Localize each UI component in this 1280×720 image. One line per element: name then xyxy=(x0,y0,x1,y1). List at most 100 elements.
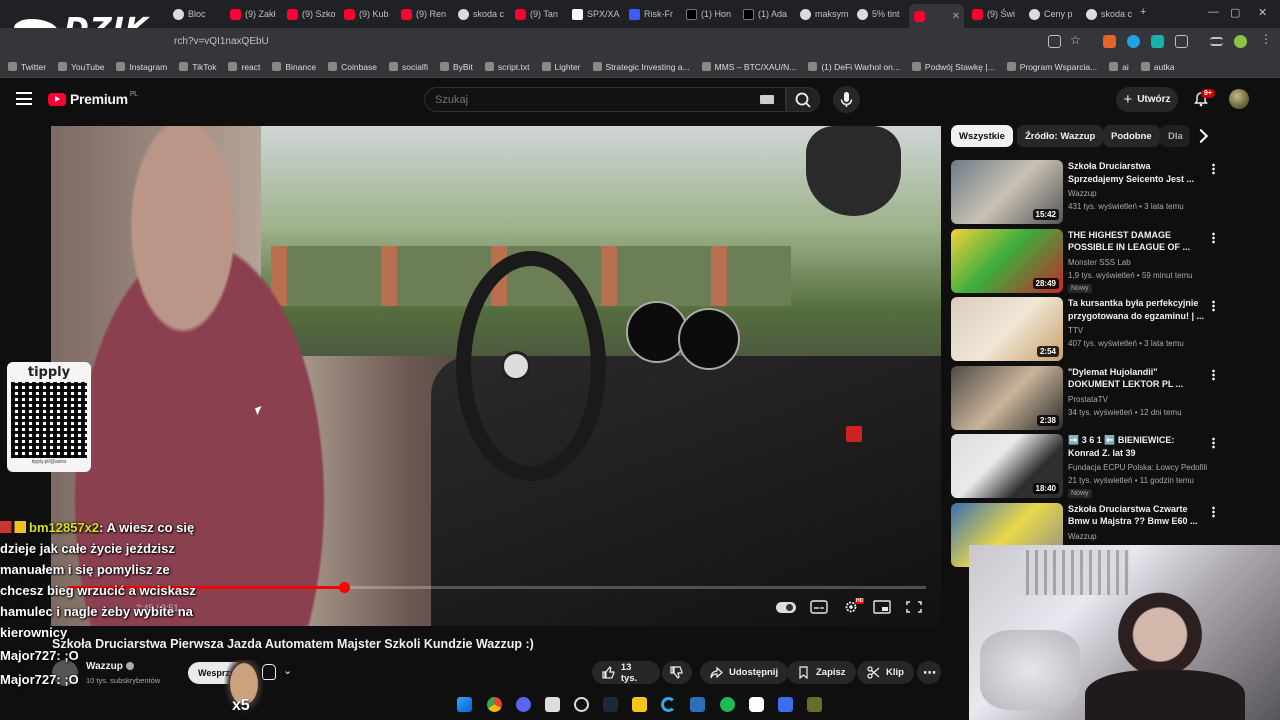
hamburger-menu-icon[interactable] xyxy=(16,92,32,105)
bookmark-item[interactable]: Instagram xyxy=(116,62,167,72)
browser-tab[interactable]: (9) Kub xyxy=(339,4,393,24)
channel-name[interactable]: Monster SSS Lab xyxy=(1068,258,1131,267)
video-title[interactable]: "Dylemat Hujolandii" DOKUMENT LEKTOR PL … xyxy=(1068,366,1208,391)
subtitles-icon[interactable] xyxy=(810,600,828,614)
extension-icon[interactable] xyxy=(1127,35,1140,48)
obs-taskbar-icon[interactable] xyxy=(574,697,589,712)
video-thumbnail[interactable]: 2:38 xyxy=(951,365,1063,430)
bookmark-item[interactable]: (1) DeFi Warhol on... xyxy=(808,62,900,72)
bookmark-item[interactable]: Program Wsparcia... xyxy=(1006,62,1097,72)
recommended-video[interactable]: 2:54 Ta kursantka była perfekcyjnie przyg… xyxy=(951,297,1263,361)
bookmark-item[interactable]: script.txt xyxy=(484,62,530,72)
bookmark-item[interactable]: YouTube xyxy=(58,62,104,72)
bookmark-item[interactable]: Podwój Stawkę |... xyxy=(911,62,995,72)
browser-tab[interactable]: Bloc xyxy=(168,4,222,24)
clip-button[interactable]: Klip xyxy=(857,661,914,684)
autoplay-toggle[interactable] xyxy=(776,602,796,613)
bookmark-item[interactable]: Binance xyxy=(272,62,316,72)
browser-tab[interactable]: (1) Ada xyxy=(738,4,792,24)
chevron-down-icon[interactable]: ⌄ xyxy=(283,664,292,677)
url-text[interactable]: rch?v=vQI1naxQEbU xyxy=(174,36,269,47)
bookmark-item[interactable]: TikTok xyxy=(179,62,216,72)
extension-icon[interactable] xyxy=(1103,35,1116,48)
bookmark-item[interactable]: ByBit xyxy=(440,62,473,72)
share-button[interactable]: Udostępnij xyxy=(700,661,789,684)
bookmark-item[interactable]: Twitter xyxy=(8,62,46,72)
chrome-menu-icon[interactable]: ⋮ xyxy=(1260,32,1273,46)
fullscreen-icon[interactable] xyxy=(905,600,923,614)
filter-chip[interactable]: Wszystkie xyxy=(951,125,1013,147)
install-app-icon[interactable] xyxy=(1048,35,1061,48)
filter-chip[interactable]: Źródło: Wazzup xyxy=(1017,125,1104,147)
app-taskbar-icon[interactable] xyxy=(661,697,676,712)
bookmark-item[interactable]: Lighter xyxy=(541,62,581,72)
reading-list-icon[interactable] xyxy=(1210,37,1223,46)
new-tab-icon[interactable]: + xyxy=(1140,6,1146,18)
more-options-icon[interactable] xyxy=(1212,163,1215,175)
bookmark-item[interactable]: autka xyxy=(1140,62,1175,72)
steam-taskbar-icon[interactable] xyxy=(603,697,618,712)
save-button[interactable]: Zapisz xyxy=(787,661,856,684)
maximize-icon[interactable]: ▢ xyxy=(1230,6,1240,19)
browser-tab[interactable]: (9) Zakł xyxy=(225,4,279,24)
more-options-icon[interactable] xyxy=(1212,505,1215,518)
browser-tab[interactable]: Risk-Fr xyxy=(624,4,678,24)
dislike-button[interactable] xyxy=(662,661,692,684)
chrome-taskbar-icon[interactable] xyxy=(487,697,502,712)
spotify-taskbar-icon[interactable] xyxy=(720,697,735,712)
browser-tab[interactable]: 5% tint xyxy=(852,4,906,24)
app-taskbar-icon[interactable] xyxy=(778,697,793,712)
video-thumbnail[interactable]: 18:40 xyxy=(951,434,1063,498)
recommended-video[interactable]: 15:42 Szkoła Druciarstwa Sprzedajemy Seic… xyxy=(951,160,1263,224)
app-taskbar-icon[interactable] xyxy=(807,697,822,712)
more-actions-button[interactable]: ⋯ xyxy=(917,661,941,684)
browser-tab[interactable]: (9) Tan xyxy=(510,4,564,24)
browser-tab[interactable]: skoda c xyxy=(1081,4,1135,24)
browser-tab[interactable]: Ceny p xyxy=(1024,4,1078,24)
app-taskbar-icon[interactable] xyxy=(690,697,705,712)
discord-taskbar-icon[interactable] xyxy=(516,697,531,712)
video-title[interactable]: Szkoła Druciarstwa Czwarte Bmw u Majstra… xyxy=(1068,503,1208,528)
extension-icon[interactable] xyxy=(1151,35,1164,48)
browser-tab[interactable]: ✕ xyxy=(909,4,964,28)
search-button[interactable] xyxy=(786,87,820,112)
browser-tab[interactable]: (9) Szko xyxy=(282,4,336,24)
browser-tab[interactable]: SPX/XA xyxy=(567,4,621,24)
video-progress-scrubber[interactable] xyxy=(338,582,350,593)
more-options-icon[interactable] xyxy=(1212,437,1215,449)
recommended-video[interactable]: 28:49 THE HIGHEST DAMAGE POSSIBLE IN LEAG… xyxy=(951,228,1263,293)
bookmark-item[interactable]: Coinbase xyxy=(328,62,377,72)
bookmark-item[interactable]: react xyxy=(228,62,260,72)
browser-tab[interactable]: (9) Świ xyxy=(967,4,1021,24)
channel-name[interactable]: Wazzup xyxy=(1068,532,1097,541)
more-options-icon[interactable] xyxy=(1212,368,1215,381)
extensions-puzzle-icon[interactable] xyxy=(1175,35,1188,48)
video-title[interactable]: THE HIGHEST DAMAGE POSSIBLE IN LEAGUE OF… xyxy=(1068,229,1208,254)
video-thumbnail[interactable]: 2:54 xyxy=(951,297,1063,361)
file-explorer-icon[interactable] xyxy=(632,697,647,712)
channel-name[interactable]: ProstataTV xyxy=(1068,395,1108,404)
like-button[interactable]: 13 tys. xyxy=(592,661,660,684)
browser-tab[interactable]: skoda c xyxy=(453,4,507,24)
chevron-right-icon[interactable] xyxy=(1193,128,1209,144)
bookmark-item[interactable]: ai xyxy=(1109,62,1129,72)
recommended-video[interactable]: 18:40 ➡️ 3 6 1 ⬅️ BIENIEWICE: Konrad Z. l… xyxy=(951,434,1263,498)
bookmark-star-icon[interactable]: ☆ xyxy=(1070,33,1083,47)
app-taskbar-icon[interactable] xyxy=(749,697,764,712)
video-title[interactable]: Szkoła Druciarstwa Sprzedajemy Seicento … xyxy=(1068,160,1208,185)
account-avatar[interactable] xyxy=(1229,89,1249,109)
close-tab-icon[interactable]: ✕ xyxy=(952,11,964,22)
bookmark-item[interactable]: Strategic Investing a... xyxy=(592,62,690,72)
video-title[interactable]: ➡️ 3 6 1 ⬅️ BIENIEWICE: Konrad Z. lat 39 xyxy=(1068,434,1208,459)
channel-name[interactable]: TTV xyxy=(1068,326,1083,335)
voice-search-button[interactable] xyxy=(833,86,860,113)
channel-name[interactable]: Wazzup xyxy=(1068,189,1097,198)
filter-chip[interactable]: Dla xyxy=(1160,125,1190,147)
browser-tab[interactable]: (9) Ren xyxy=(396,4,450,24)
video-thumbnail[interactable]: 28:49 xyxy=(951,228,1063,293)
more-options-icon[interactable] xyxy=(1212,300,1215,312)
keyboard-icon[interactable] xyxy=(760,95,774,104)
filter-chip[interactable]: Podobne xyxy=(1103,125,1160,147)
profile-icon[interactable] xyxy=(1234,35,1247,48)
close-window-icon[interactable]: ✕ xyxy=(1258,6,1267,19)
